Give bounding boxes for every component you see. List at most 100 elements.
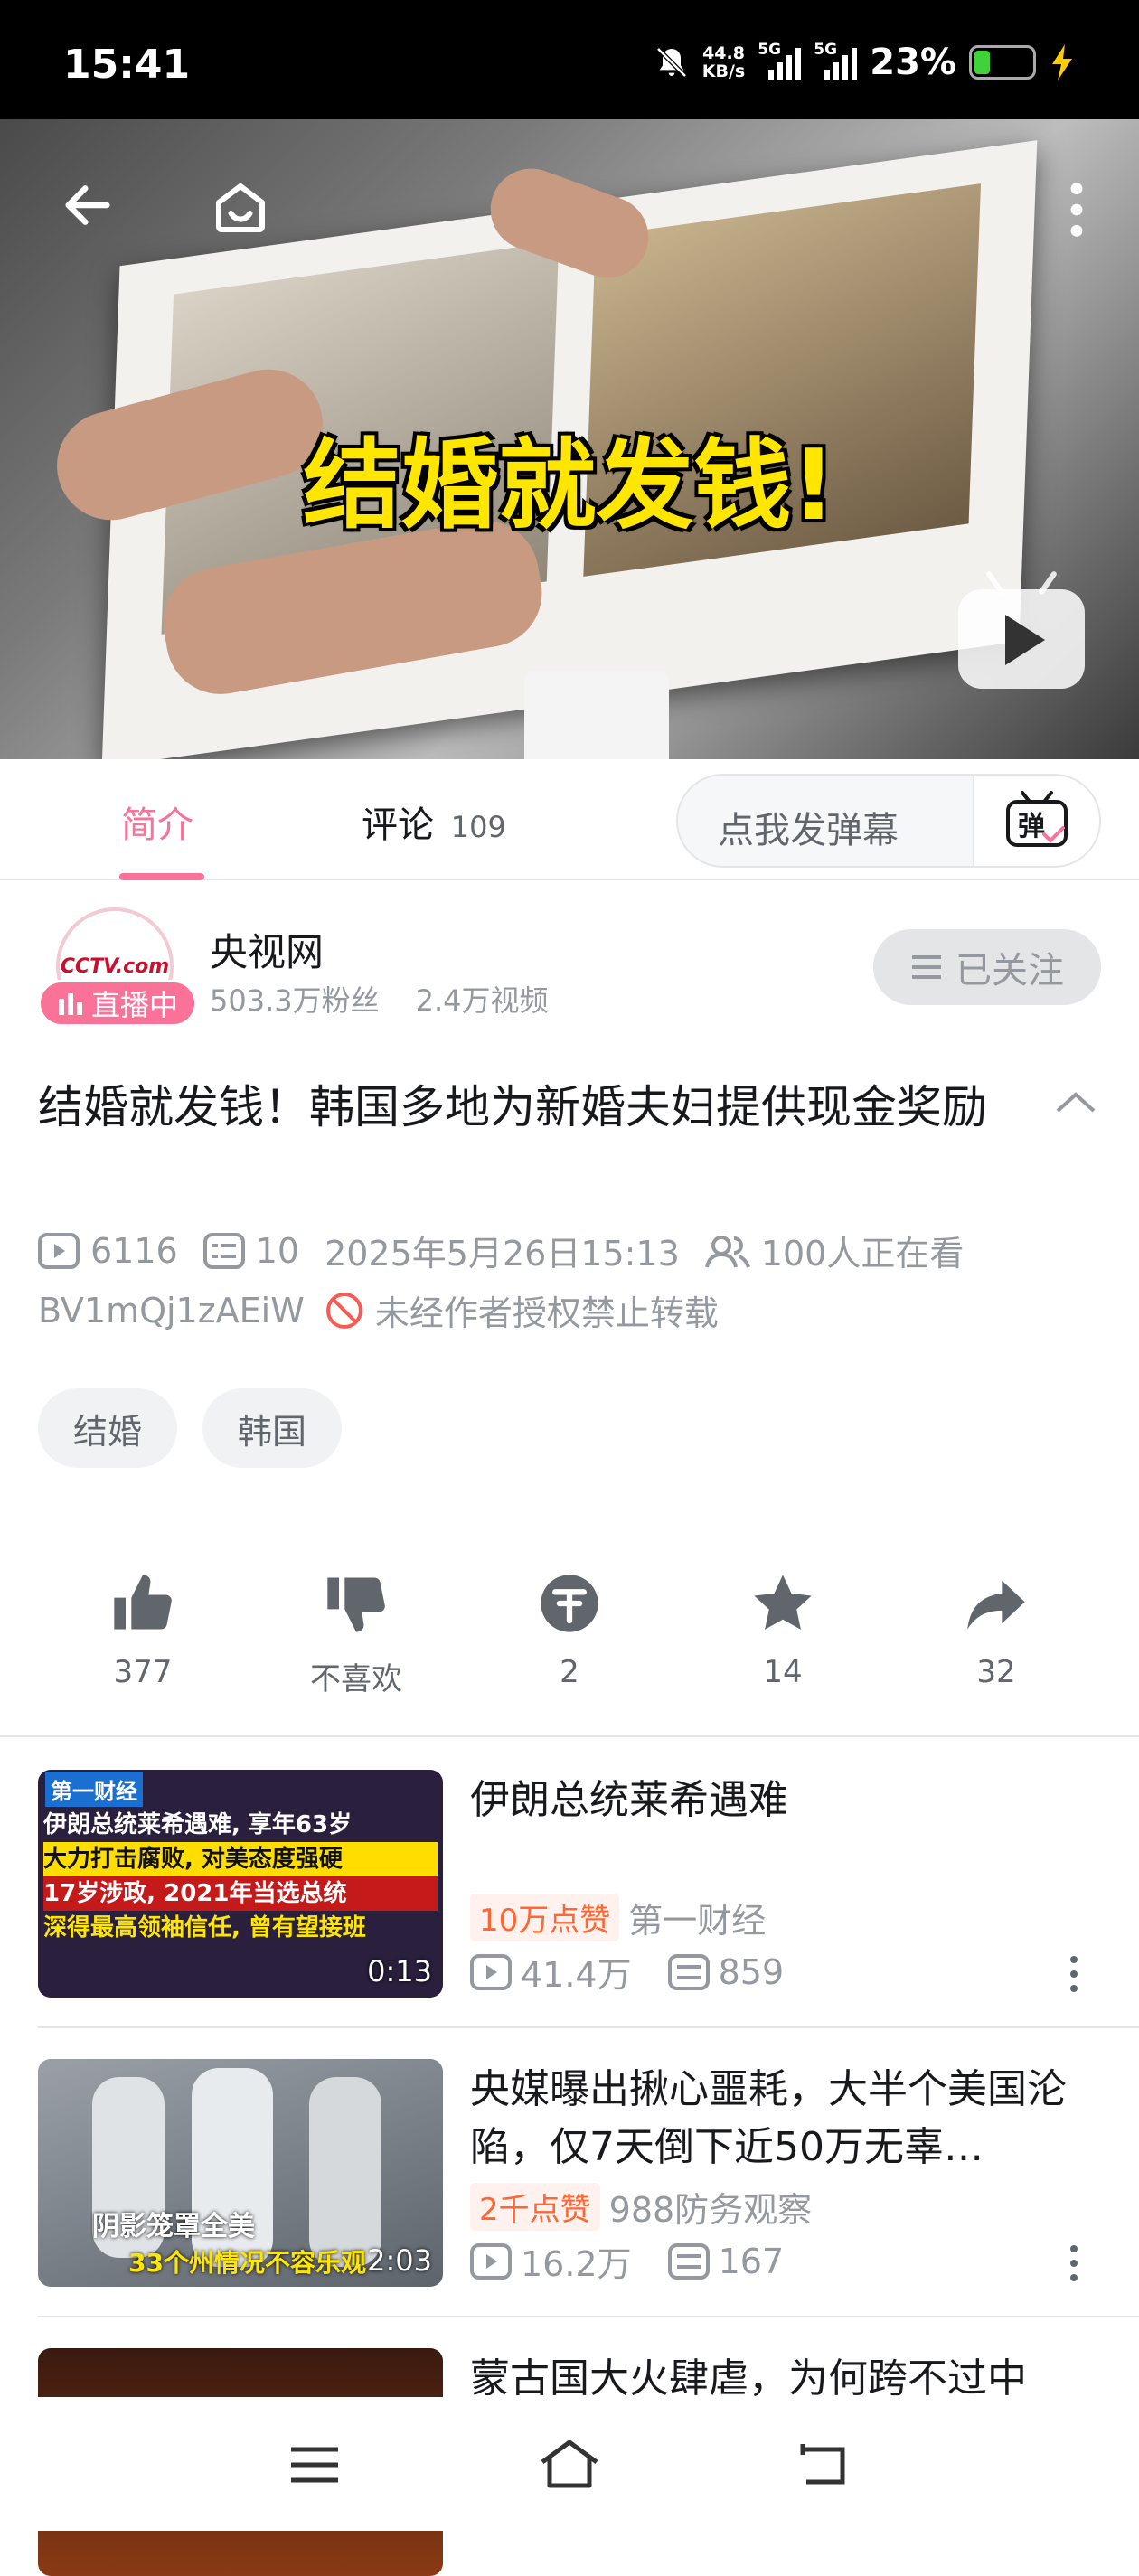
author-name[interactable]: 央视网 (210, 922, 324, 977)
like-count: 377 (113, 1654, 173, 1690)
system-home-button[interactable] (537, 2437, 602, 2495)
tab-intro[interactable]: 简介 (121, 795, 193, 848)
share-arrow-icon (967, 1580, 1025, 1630)
home-button[interactable] (204, 172, 277, 244)
net-speed: 44.8 KB/s (701, 43, 746, 81)
rec-danmaku: 167 (718, 2241, 785, 2281)
system-nav-bar (0, 2397, 1139, 2531)
live-bars-icon (58, 993, 82, 1015)
favorite-button[interactable]: 14 (711, 1569, 855, 1690)
danmaku-count-icon (202, 1232, 245, 1269)
uploader-name: 第一财经 (628, 1901, 767, 1941)
home-smile-icon (216, 183, 265, 232)
video-thumbnail[interactable]: 阴影笼罩全美 33个州情况不容乐观 2:03 (38, 2059, 443, 2287)
danmaku-count: 10 (255, 1230, 300, 1271)
danmaku-placeholder: 点我发弹幕 (718, 810, 899, 851)
fans-count: 503.3万粉丝 (210, 983, 380, 1018)
more-options-button[interactable] (1054, 174, 1099, 246)
rec-meta: 10万点赞 第一财经 (470, 1893, 766, 1942)
thumb-text: 33个州情况不容乐观 (128, 2248, 366, 2278)
more-vertical-icon (1070, 183, 1083, 237)
video-meta: 6116 10 2025年5月26日15:13 100人正在看 (38, 1226, 964, 1275)
watching-count: 100人正在看 (760, 1234, 965, 1274)
hot-badge: 10万点赞 (470, 1894, 620, 1941)
status-time: 15:41 (63, 42, 191, 88)
back-icon (800, 2444, 845, 2485)
comments-count: 109 (450, 810, 506, 844)
rec-title[interactable]: 伊朗总统莱希遇难 (470, 1772, 1103, 1829)
share-button[interactable]: 32 (924, 1569, 1068, 1690)
rec-danmaku: 859 (718, 1951, 785, 1992)
more-vertical-icon[interactable] (1070, 2245, 1078, 2281)
videos-count: 2.4万视频 (415, 983, 549, 1018)
video-thumbnail[interactable]: 第一财经 伊朗总统莱希遇难, 享年63岁 大力打击腐败, 对美态度强硬 17岁涉… (38, 1770, 443, 1998)
play-icon[interactable] (958, 589, 1085, 689)
recent-apps-button[interactable] (287, 2442, 342, 2491)
divider (38, 2026, 1139, 2028)
battery-icon (969, 45, 1036, 80)
video-player[interactable]: 结婚就发钱! (0, 119, 1139, 759)
more-vertical-icon[interactable] (1070, 1956, 1078, 1992)
coin-count: 2 (560, 1654, 579, 1690)
battery-percent: 23% (870, 42, 956, 83)
avatar-logo-text: CCTV.com (60, 954, 170, 978)
video-duration: 2:03 (367, 2243, 432, 2278)
tag-chip[interactable]: 韩国 (202, 1388, 342, 1468)
home-icon (541, 2440, 598, 2488)
dislike-button[interactable]: 不喜欢 (284, 1569, 428, 1698)
menu-icon (291, 2447, 338, 2483)
status-icons: 44.8 KB/s 5G 5G 23% (654, 40, 1076, 85)
thumb-text: 阴影笼罩全美 (92, 2211, 255, 2242)
charging-icon (1052, 44, 1072, 80)
danmaku-input[interactable]: 点我发弹幕 弹 (676, 774, 1101, 868)
rec-plays: 16.2万 (521, 2244, 632, 2284)
signal-icon: 5G (814, 41, 858, 80)
danmaku-icon: 弹 (1006, 791, 1068, 847)
bvid[interactable]: BV1mQj1zAEiW (38, 1291, 305, 1330)
divider (38, 2316, 1139, 2317)
divider (0, 1735, 1139, 1737)
play-count-icon (38, 1232, 80, 1269)
danmaku-count-icon (667, 2242, 710, 2280)
play-count-icon (470, 2242, 512, 2280)
copyright-notice: 未经作者授权禁止转载 (374, 1293, 719, 1333)
back-button[interactable] (56, 174, 119, 237)
no-repost-icon (325, 1292, 362, 1329)
play-count: 6116 (90, 1230, 178, 1271)
author-stats: 503.3万粉丝 2.4万视频 (210, 978, 549, 1020)
share-count: 32 (976, 1654, 1016, 1690)
rec-title[interactable]: 央媒曝出揪心噩耗，大半个美国沦陷，仅7天倒下近50万无辜… (470, 2061, 1103, 2176)
back-arrow-icon (65, 185, 110, 225)
viewers-icon (704, 1235, 750, 1268)
hot-badge: 2千点赞 (470, 2183, 600, 2231)
follow-label: 已关注 (955, 950, 1064, 992)
collapse-button[interactable] (1054, 1088, 1097, 1119)
rec-title[interactable]: 蒙古国大火肆虐，为何跨不过中 (470, 2350, 1103, 2397)
follow-button[interactable]: 已关注 (873, 929, 1101, 1005)
thumb-logo: 第一财经 (45, 1772, 143, 1807)
video-meta-2: BV1mQj1zAEiW 未经作者授权禁止转载 (38, 1285, 719, 1335)
thumbs-up-icon (114, 1575, 172, 1630)
video-duration: 0:13 (367, 1954, 432, 1988)
chevron-up-icon (1056, 1092, 1096, 1113)
live-badge[interactable]: 直播中 (38, 980, 197, 1027)
tab-comments[interactable]: 评论 109 (362, 795, 506, 848)
tab-indicator (119, 873, 204, 880)
uploader-name: 988防务观察 (608, 2190, 813, 2230)
play-count-icon (470, 1953, 512, 1990)
system-back-button[interactable] (795, 2440, 850, 2493)
coin-icon (541, 1575, 598, 1632)
rec-plays: 41.4万 (521, 1955, 632, 1995)
rec-stats: 16.2万 167 (470, 2236, 784, 2286)
danmaku-toggle-button[interactable]: 弹 (973, 776, 1099, 866)
svg-text:弹: 弹 (1018, 811, 1045, 842)
like-button[interactable]: 377 (71, 1569, 215, 1690)
coin-button[interactable]: 2 (497, 1569, 642, 1690)
live-label: 直播中 (90, 988, 178, 1022)
signal-icon: 5G (758, 41, 802, 80)
rec-meta: 2千点赞 988防务观察 (470, 2182, 812, 2232)
tag-chip[interactable]: 结婚 (38, 1388, 177, 1468)
tab-comments-label: 评论 (362, 804, 434, 846)
video-title: 结婚就发钱！韩国多地为新婚夫妇提供现金奖励 (38, 1081, 987, 1133)
menu-lines-icon (912, 955, 941, 979)
